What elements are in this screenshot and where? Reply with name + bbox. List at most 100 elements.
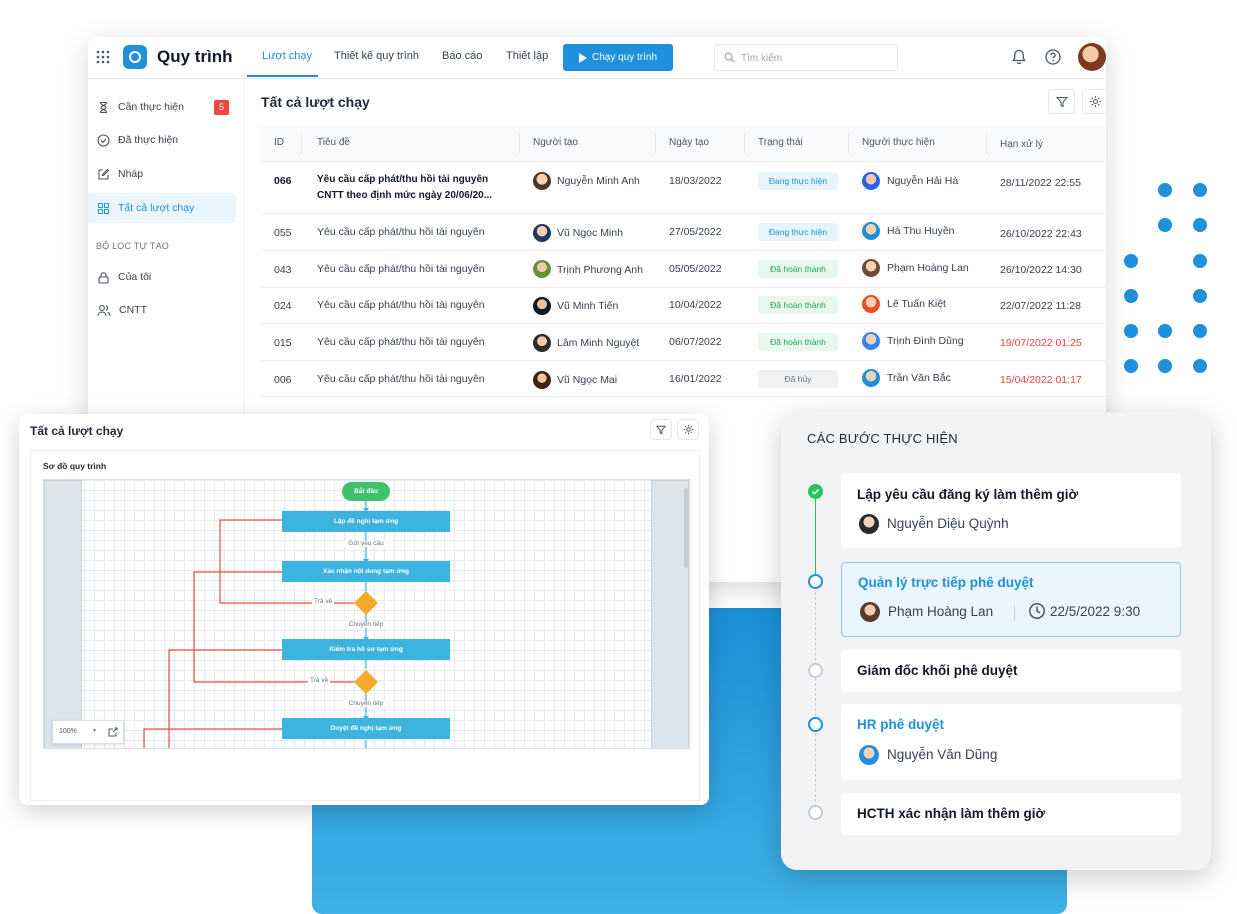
flow-node-step[interactable]: Xác nhận nội dung tạm ứng: [282, 561, 450, 582]
edit-icon: [98, 168, 110, 180]
user-avatar[interactable]: [1078, 43, 1106, 71]
grid-view-icon: [97, 202, 110, 214]
row-title-line2[interactable]: CNTT theo định mức ngày 20/06/20...: [317, 190, 492, 201]
column-header-title[interactable]: Tiêu đề: [317, 137, 350, 148]
users-icon: [97, 304, 111, 316]
row-title[interactable]: Yêu cầu cấp phát/thu hồi tài nguyên: [317, 373, 485, 385]
row-assignee: Phạm Hoàng Lan: [887, 262, 969, 274]
step-person: Nguyễn Văn Dũng: [887, 747, 998, 762]
bell-icon[interactable]: [1010, 48, 1028, 66]
export-icon[interactable]: [108, 727, 118, 737]
step-time: 22/5/2022 9:30: [1050, 604, 1141, 619]
sidebar-item-label: CNTT: [119, 304, 147, 316]
filter-icon: [656, 425, 666, 435]
diagram-subtitle: Sơ đồ quy trình: [43, 461, 107, 471]
row-title[interactable]: Yêu cầu cấp phát/thu hồi tài nguyên: [317, 263, 485, 275]
filter-button[interactable]: [1048, 89, 1075, 114]
step-item[interactable]: Lập yêu cầu đăng ký làm thêm giờ Nguyễn …: [841, 473, 1181, 548]
zoom-level: 100%: [59, 728, 77, 735]
flow-node-start[interactable]: Bắt đầu: [342, 482, 390, 501]
row-created-date: 18/03/2022: [669, 175, 722, 187]
column-header-assignee[interactable]: Người thực hiện: [862, 137, 935, 148]
step-item-current[interactable]: Quản lý trực tiếp phê duyệt Phạm Hoàng L…: [841, 562, 1181, 637]
decision-diamond: [354, 670, 378, 694]
table-row[interactable]: 055 Yêu cầu cấp phát/thu hồi tài nguyên …: [261, 214, 1106, 251]
row-creator: Trịnh Phương Anh: [557, 264, 643, 276]
tab-thiet-lap[interactable]: Thiết lập: [506, 50, 548, 62]
diagram-canvas[interactable]: Bắt đầu Lập đề nghị tạm ứng Gửi yêu cầu …: [43, 479, 690, 749]
table-row[interactable]: 015 Yêu cầu cấp phát/thu hồi tài nguyên …: [261, 324, 1106, 361]
column-header-creator[interactable]: Người tạo: [533, 137, 578, 148]
sidebar-item-label: Đã thực hiện: [118, 134, 179, 146]
row-created-date: 06/07/2022: [669, 336, 722, 348]
pending-count-badge: 5: [214, 100, 229, 115]
run-process-button[interactable]: Chạy quy trình: [563, 44, 673, 71]
table-row[interactable]: 024 Yêu cầu cấp phát/thu hồi tài nguyên …: [261, 288, 1106, 324]
column-header-created-date[interactable]: Ngày tạo: [669, 137, 709, 148]
sidebar-item-label: Cần thực hiện: [118, 101, 184, 113]
row-title[interactable]: Yêu cầu cấp phát/thu hồi tài nguyên: [317, 226, 485, 238]
flow-node-step[interactable]: Lập đề nghị tạm ứng: [282, 511, 450, 532]
row-deadline: 26/10/2022 22:43: [1000, 228, 1082, 240]
avatar: [533, 224, 551, 242]
row-title[interactable]: Yêu cầu cấp phát/thu hồi tài nguyên: [317, 336, 485, 348]
zoom-control[interactable]: 100% ▾: [52, 720, 124, 744]
search-input[interactable]: [741, 49, 891, 67]
app-grid-icon[interactable]: [96, 50, 110, 64]
flow-edge-label: Trả về: [312, 598, 335, 605]
avatar: [862, 172, 880, 190]
row-created-date: 10/04/2022: [669, 299, 722, 311]
play-icon: [578, 52, 587, 63]
timeline-pending-line: [815, 592, 816, 812]
custom-filter-section-label: BỘ LỌC TỰ TẠO: [96, 241, 169, 251]
column-header-deadline[interactable]: Hạn xử lý: [1000, 139, 1043, 150]
sidebar-item-nhap[interactable]: Nháp: [88, 159, 237, 189]
run-process-label: Chạy quy trình: [591, 52, 658, 63]
sidebar-item-can-thuc-hien[interactable]: Cần thực hiện 5: [88, 92, 237, 122]
column-header-status[interactable]: Trạng thái: [758, 137, 803, 148]
app-logo: [123, 45, 147, 69]
search-box[interactable]: [714, 44, 898, 71]
divider: [1014, 605, 1015, 621]
row-creator: Vũ Ngọc Mai: [557, 374, 618, 386]
chevron-down-icon[interactable]: ▾: [93, 727, 96, 734]
step-name: HCTH xác nhận làm thêm giờ: [857, 806, 1046, 821]
diagram-panel: Sơ đồ quy trình Bắt đầu Lập đề nghị tạm …: [30, 450, 700, 801]
step-item[interactable]: Giám đốc khối phê duyệt: [841, 650, 1181, 692]
tab-thiet-ke-quy-trinh[interactable]: Thiết kế quy trình: [334, 50, 419, 62]
sidebar-filter-cntt[interactable]: CNTT: [88, 295, 237, 325]
table-row[interactable]: 066 Yêu cầu cấp phát/thu hồi tài nguyên …: [261, 162, 1106, 214]
tab-bao-cao[interactable]: Báo cáo: [442, 50, 482, 62]
sidebar-item-label: Tất cả lượt chạy: [118, 202, 195, 214]
step-item[interactable]: HCTH xác nhận làm thêm giờ: [841, 793, 1181, 835]
flow-node-step[interactable]: Kiểm tra hồ sơ tạm ứng: [282, 639, 450, 660]
avatar: [862, 369, 880, 387]
row-created-date: 16/01/2022: [669, 373, 722, 385]
sidebar-item-label: Nháp: [118, 168, 144, 180]
status-badge: Đang thực hiện: [758, 172, 838, 190]
row-title[interactable]: Yêu cầu cấp phát/thu hồi tài nguyên: [317, 299, 485, 311]
row-title[interactable]: Yêu cầu cấp phát/thu hồi tài nguyên: [317, 174, 488, 185]
tab-luot-chay[interactable]: Lượt chạy: [262, 50, 312, 62]
check-icon: [811, 489, 820, 495]
table-row[interactable]: 043 Yêu cầu cấp phát/thu hồi tài nguyên …: [261, 251, 1106, 288]
table-row[interactable]: 006 Yêu cầu cấp phát/thu hồi tài nguyên …: [261, 361, 1106, 397]
avatar: [533, 260, 551, 278]
avatar: [533, 172, 551, 190]
flow-edge-label: Chuyển tiếp: [342, 621, 390, 628]
diagram-filter-button[interactable]: [650, 419, 672, 440]
help-icon[interactable]: [1044, 48, 1062, 66]
sidebar-item-tat-ca-luot-chay[interactable]: Tất cả lượt chạy: [88, 193, 236, 223]
process-diagram-window: Tất cả lượt chạy Sơ đồ quy trình Bắt đầu…: [19, 414, 709, 805]
avatar: [859, 745, 879, 765]
avatar: [862, 295, 880, 313]
sidebar-item-da-thuc-hien[interactable]: Đã thực hiện: [88, 125, 237, 155]
flow-node-step[interactable]: Duyệt đề nghị tạm ứng: [282, 718, 450, 739]
settings-button[interactable]: [1082, 89, 1106, 114]
diagram-settings-button[interactable]: [677, 419, 699, 440]
column-header-id[interactable]: ID: [274, 137, 284, 148]
step-status-active: [808, 717, 823, 732]
sidebar-filter-cua-toi[interactable]: Của tôi: [88, 262, 237, 292]
step-item[interactable]: HR phê duyệt Nguyễn Văn Dũng: [841, 704, 1181, 780]
lock-icon: [98, 271, 109, 284]
